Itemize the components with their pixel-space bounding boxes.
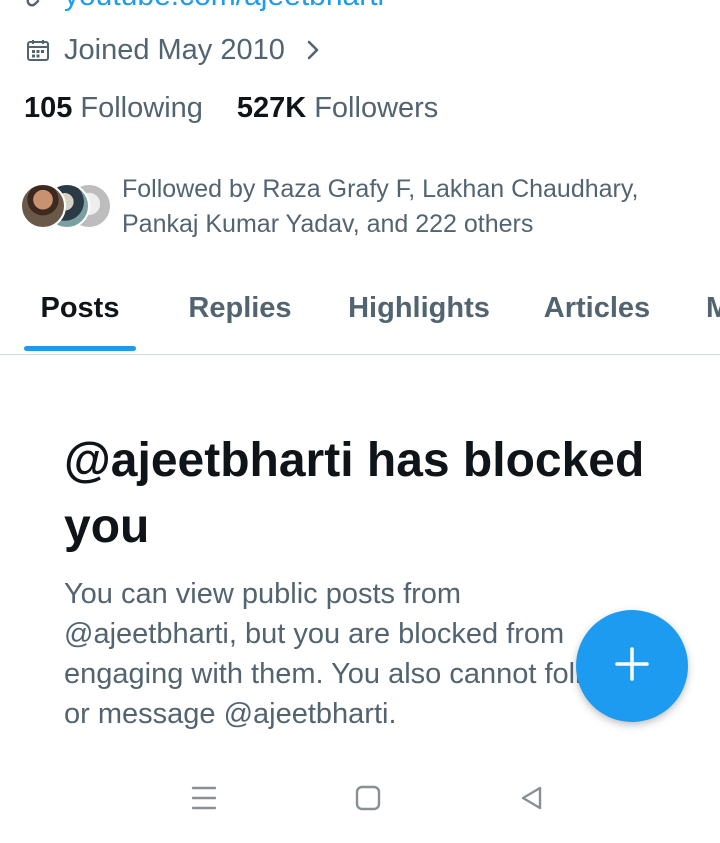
followers-label: Followers (314, 92, 439, 124)
tab-articles[interactable]: Articles (534, 282, 660, 334)
active-tab-indicator (24, 346, 136, 351)
back-triangle-icon (518, 784, 546, 817)
tab-highlights[interactable]: Highlights (338, 282, 500, 334)
chevron-right-icon[interactable] (305, 38, 321, 62)
link-icon (24, 0, 50, 9)
joined-date-row[interactable]: Joined May 2010 (26, 30, 321, 70)
joined-date-text: Joined May 2010 (64, 33, 285, 66)
following-stat[interactable]: 105 Following (24, 92, 203, 125)
home-button[interactable] (348, 782, 388, 818)
followed-by-row[interactable]: Followed by Raza Grafy F, Lakhan Chaudha… (20, 172, 682, 242)
followed-by-text: Followed by Raza Grafy F, Lakhan Chaudha… (122, 175, 639, 238)
following-count: 105 (24, 92, 73, 124)
calendar-icon (26, 38, 50, 62)
menu-icon (190, 785, 218, 816)
home-square-icon (354, 784, 382, 817)
followers-count: 527K (236, 92, 307, 124)
blocked-title: @ajeetbharti has blocked you (64, 434, 645, 553)
plus-icon (614, 646, 650, 687)
avatar (20, 183, 66, 229)
followers-stat[interactable]: 527K Followers (237, 92, 438, 125)
following-label: Following (80, 92, 203, 124)
back-button[interactable] (512, 782, 552, 818)
compose-post-button[interactable] (576, 610, 688, 722)
tab-posts[interactable]: Posts (24, 282, 136, 334)
profile-tabs: Posts Replies Highlights Articles M (0, 282, 720, 355)
tab-replies[interactable]: Replies (178, 282, 302, 334)
website-link-row[interactable]: youtube.com/ajeetbharti (24, 0, 384, 14)
tab-media-cropped[interactable]: M (706, 282, 720, 334)
system-navigation-bar (0, 770, 720, 830)
blocked-message: You can view public posts from @ajeetbha… (64, 578, 619, 730)
follow-stats: 105 Following 527K Followers (24, 92, 438, 125)
recent-apps-button[interactable] (184, 782, 224, 818)
website-link[interactable]: youtube.com/ajeetbharti (64, 0, 384, 13)
mutual-avatars (20, 183, 112, 231)
